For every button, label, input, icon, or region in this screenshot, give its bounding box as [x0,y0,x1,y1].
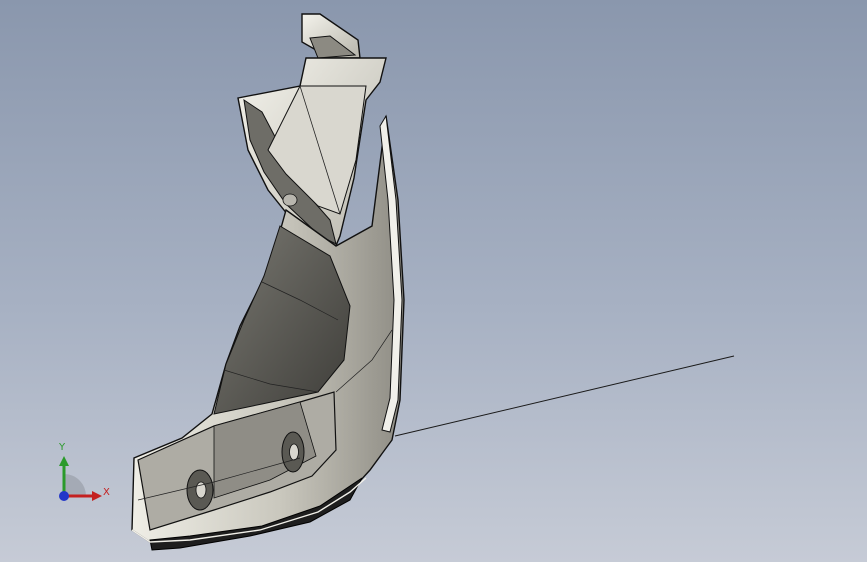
part-model[interactable] [0,0,867,562]
mount-hole-right-inner [289,443,299,461]
triad-x-arrow [92,491,102,501]
triad-x-label: X [103,487,110,498]
triad-y-arrow [59,456,69,466]
sketch-line [394,355,735,437]
triad-z-dot [59,491,69,501]
triad-y-label: Y [59,442,66,453]
cup-boss [282,193,298,207]
graphics-viewport[interactable]: Y X [0,0,867,562]
